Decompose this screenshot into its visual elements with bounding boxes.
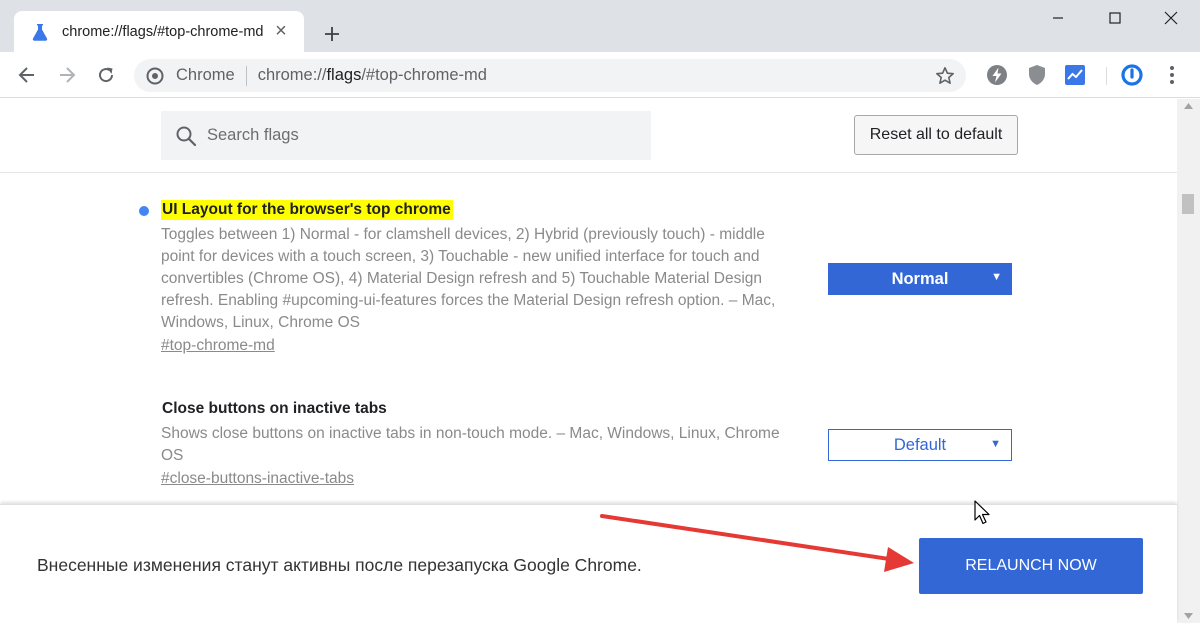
browser-toolbar: Chrome chrome://flags/#top-chrome-md	[0, 52, 1200, 98]
window-close-button[interactable]	[1144, 0, 1198, 36]
minimize-icon	[1053, 17, 1063, 19]
address-bar[interactable]: Chrome chrome://flags/#top-chrome-md	[134, 59, 966, 92]
new-tab-button[interactable]	[318, 20, 346, 48]
search-box[interactable]	[161, 111, 651, 160]
chrome-menu-button[interactable]	[1160, 63, 1184, 87]
forward-button[interactable]	[53, 61, 81, 89]
chart-extension-icon	[1065, 65, 1085, 85]
tab-strip: chrome://flags/#top-chrome-md ×	[0, 0, 1200, 52]
lightning-icon	[987, 65, 1007, 85]
bookmark-star-button[interactable]	[932, 63, 958, 89]
power-ring-extension-button[interactable]	[1120, 63, 1144, 87]
chrome-logo-icon	[146, 67, 164, 85]
toolbar-separator	[1106, 67, 1107, 85]
arrow-right-icon	[60, 67, 76, 83]
reload-button[interactable]	[92, 61, 120, 89]
power-ring-icon	[1121, 64, 1143, 86]
scroll-thumb[interactable]	[1182, 194, 1194, 214]
lightning-extension-button[interactable]	[985, 63, 1009, 87]
minimize-button[interactable]	[1031, 0, 1085, 36]
flag-title: Close buttons on inactive tabs	[162, 400, 387, 417]
shield-extension-button[interactable]	[1025, 63, 1049, 87]
tab-title: chrome://flags/#top-chrome-md	[62, 23, 264, 40]
scroll-up-arrow-icon	[1184, 103, 1193, 109]
scroll-down-button[interactable]	[1177, 605, 1200, 623]
maximize-button[interactable]	[1088, 0, 1142, 36]
back-button[interactable]	[13, 61, 41, 89]
reset-all-button[interactable]: Reset all to default	[854, 115, 1018, 155]
dropdown-caret-icon: ▼	[991, 271, 1002, 283]
kebab-menu-icon	[1170, 66, 1174, 84]
select-value: Default	[893, 435, 947, 454]
close-icon	[1164, 11, 1178, 25]
scroll-up-button[interactable]	[1177, 99, 1200, 117]
tab-close-button[interactable]: ×	[270, 20, 292, 43]
flag-title: UI Layout for the browser's top chrome	[161, 200, 453, 220]
url-scheme: chrome://	[257, 66, 327, 84]
url-path: /#top-chrome-md	[361, 66, 487, 84]
url-host: flags	[326, 66, 362, 84]
relaunch-now-button[interactable]: RELAUNCH NOW	[919, 538, 1143, 594]
flag-description: Toggles between 1) Normal - for clamshel…	[161, 226, 776, 331]
modified-indicator-dot	[139, 206, 149, 216]
flag-item-close-buttons-inactive-tabs: Close buttons on inactive tabs Shows clo…	[161, 399, 801, 488]
flag-permalink[interactable]: #top-chrome-md	[161, 337, 275, 355]
maximize-icon	[1109, 12, 1121, 24]
reload-icon	[99, 67, 114, 83]
page-scrollbar[interactable]	[1177, 99, 1200, 623]
active-tab[interactable]: chrome://flags/#top-chrome-md ×	[14, 11, 304, 52]
arrow-left-icon	[18, 67, 34, 83]
shield-icon	[1029, 65, 1045, 85]
flags-page: Reset all to default UI Layout for the b…	[0, 99, 1177, 504]
flag-permalink[interactable]: #close-buttons-inactive-tabs	[161, 470, 354, 488]
search-input[interactable]	[207, 126, 627, 145]
flag-description: Shows close buttons on inactive tabs in …	[161, 425, 780, 464]
chart-extension-button[interactable]	[1063, 63, 1087, 87]
flag-select-top-chrome-md[interactable]: Normal ▼	[828, 263, 1012, 295]
plus-icon	[325, 27, 339, 41]
site-chip: Chrome	[176, 66, 235, 84]
omnibox-separator	[245, 65, 247, 86]
relaunch-message: Внесенные изменения станут активны после…	[37, 555, 642, 575]
search-icon	[176, 126, 197, 146]
scroll-down-arrow-icon	[1184, 613, 1193, 619]
flask-icon	[30, 22, 50, 42]
flag-item-top-chrome-md: UI Layout for the browser's top chrome T…	[139, 200, 801, 355]
flag-select-close-buttons-inactive-tabs[interactable]: Default ▼	[828, 429, 1012, 461]
dropdown-caret-icon: ▼	[990, 438, 1001, 450]
header-divider	[0, 172, 1177, 173]
relaunch-bar: Внесенные изменения станут активны после…	[0, 504, 1177, 623]
url-text[interactable]: chrome://flags/#top-chrome-md	[258, 66, 932, 85]
select-value: Normal	[891, 269, 949, 288]
star-icon	[936, 66, 954, 84]
